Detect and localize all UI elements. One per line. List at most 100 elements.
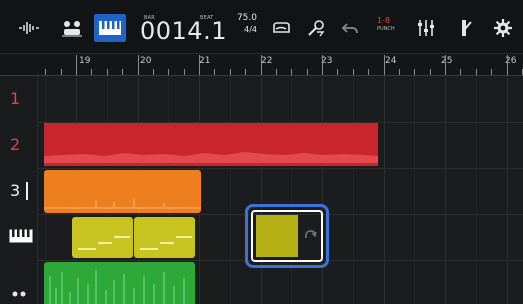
loop-button[interactable]	[268, 14, 294, 42]
clip-waveform	[44, 198, 201, 209]
grid-line	[322, 76, 323, 304]
grid-line	[445, 76, 446, 304]
ruler-tick	[261, 55, 262, 75]
clip-waveform	[44, 152, 378, 163]
track-divider	[0, 168, 523, 169]
clip-notes	[78, 236, 130, 250]
ruler-tick	[307, 69, 308, 75]
ruler-tick	[107, 69, 108, 75]
audio-track-button[interactable]	[14, 14, 44, 42]
ruler-tick	[276, 69, 277, 75]
track-header-2[interactable]: 2	[0, 122, 38, 168]
midi-clip-track-4-b[interactable]	[134, 217, 195, 258]
waveform-icon	[19, 22, 39, 34]
metronome-icon	[462, 20, 472, 36]
audio-clip-track-3[interactable]	[44, 170, 201, 213]
grid-line	[261, 76, 262, 304]
arrangement-grid[interactable]: 1 2 3	[0, 76, 523, 304]
ruler-tick	[476, 69, 477, 75]
grid-line	[384, 76, 385, 304]
timeline-ruler[interactable]: 19 20 21 22 23 24 25 26	[0, 54, 523, 76]
instrument-track-button[interactable]	[94, 14, 126, 42]
ruler-tick	[168, 69, 169, 75]
ruler-tick	[337, 69, 338, 75]
ruler-tick	[76, 55, 77, 75]
clip-notes	[140, 236, 192, 250]
punch-label: PUNCH	[377, 26, 395, 32]
loop-arrow-icon	[305, 230, 317, 239]
ruler-tick	[230, 69, 231, 75]
ruler-tick	[61, 69, 62, 75]
mixer-button[interactable]	[414, 14, 438, 42]
time-signature: 4/4	[244, 25, 257, 34]
ruler-tick	[353, 69, 354, 75]
clip-waveform	[49, 270, 185, 304]
track-header-1[interactable]: 1	[0, 76, 38, 122]
tempo-display[interactable]: 75.0 4/4	[227, 13, 257, 45]
grid-line	[291, 76, 292, 304]
track-number: 1	[10, 89, 21, 108]
tempo-bpm: 75.0	[236, 13, 257, 23]
ruler-tick	[445, 55, 446, 75]
bar-number: 22	[261, 56, 273, 66]
grid-line	[476, 76, 477, 304]
piano-icon	[9, 229, 33, 243]
track-header-4[interactable]	[0, 214, 38, 260]
ruler-tick	[245, 69, 246, 75]
ruler-tick	[368, 69, 369, 75]
ruler-tick	[199, 55, 200, 75]
ruler-tick	[184, 69, 185, 75]
toolbar: BAR BEAT 0014.1 75.0 4/4 1-8 PUNCH	[0, 0, 523, 54]
bar-number: 24	[385, 56, 397, 66]
bar-number: 21	[199, 56, 211, 66]
settings-button[interactable]	[490, 14, 516, 42]
grid-line	[507, 76, 508, 304]
mixer-icon	[418, 20, 434, 36]
piano-icon	[99, 21, 121, 35]
ruler-tick	[399, 69, 400, 75]
undo-icon	[341, 23, 358, 34]
ruler-tick	[45, 69, 46, 75]
track-header-5[interactable]	[0, 260, 38, 304]
settings-icon	[494, 19, 512, 37]
drum-icon	[12, 291, 26, 297]
ruler-tick	[122, 69, 123, 75]
track-header-3[interactable]: 3	[0, 168, 38, 214]
ruler-tick	[491, 69, 492, 75]
bar-number: 20	[140, 56, 152, 66]
ruler-tick	[507, 55, 508, 75]
track-number: 3	[10, 181, 21, 200]
ruler-tick	[460, 69, 461, 75]
ruler-tick	[153, 69, 154, 75]
midi-clip-track-4-a[interactable]	[72, 217, 133, 258]
selected-cell[interactable]	[251, 210, 323, 262]
metronome-button[interactable]	[452, 14, 476, 42]
grid-line	[230, 76, 231, 304]
track-number: 2	[10, 135, 21, 154]
effects-button[interactable]	[302, 14, 330, 42]
selected-clip[interactable]	[256, 215, 298, 257]
undo-button[interactable]	[338, 14, 362, 42]
ruler-tick	[384, 55, 385, 75]
ruler-tick	[322, 55, 323, 75]
drum-track-button[interactable]	[54, 14, 90, 42]
punch-range-button[interactable]: 1-8 PUNCH	[377, 16, 403, 38]
ruler-tick	[138, 55, 139, 75]
ruler-tick	[291, 69, 292, 75]
audio-clip-track-2[interactable]	[44, 123, 378, 166]
loop-icon	[273, 22, 290, 33]
grid-line	[353, 76, 354, 304]
counter-value: 0014.1	[140, 17, 227, 45]
punch-range: 1-8	[377, 16, 391, 25]
grid-line	[414, 76, 415, 304]
ruler-tick	[214, 69, 215, 75]
ruler-tick	[414, 69, 415, 75]
position-counter[interactable]: BAR BEAT 0014.1	[140, 12, 226, 46]
bar-number: 19	[79, 56, 91, 66]
drum-clip-track-5[interactable]	[44, 262, 195, 304]
drum-icon	[62, 21, 82, 37]
bar-number: 25	[441, 56, 453, 66]
track-cursor	[26, 182, 28, 200]
ruler-tick	[91, 69, 92, 75]
ruler-tick	[430, 69, 431, 75]
